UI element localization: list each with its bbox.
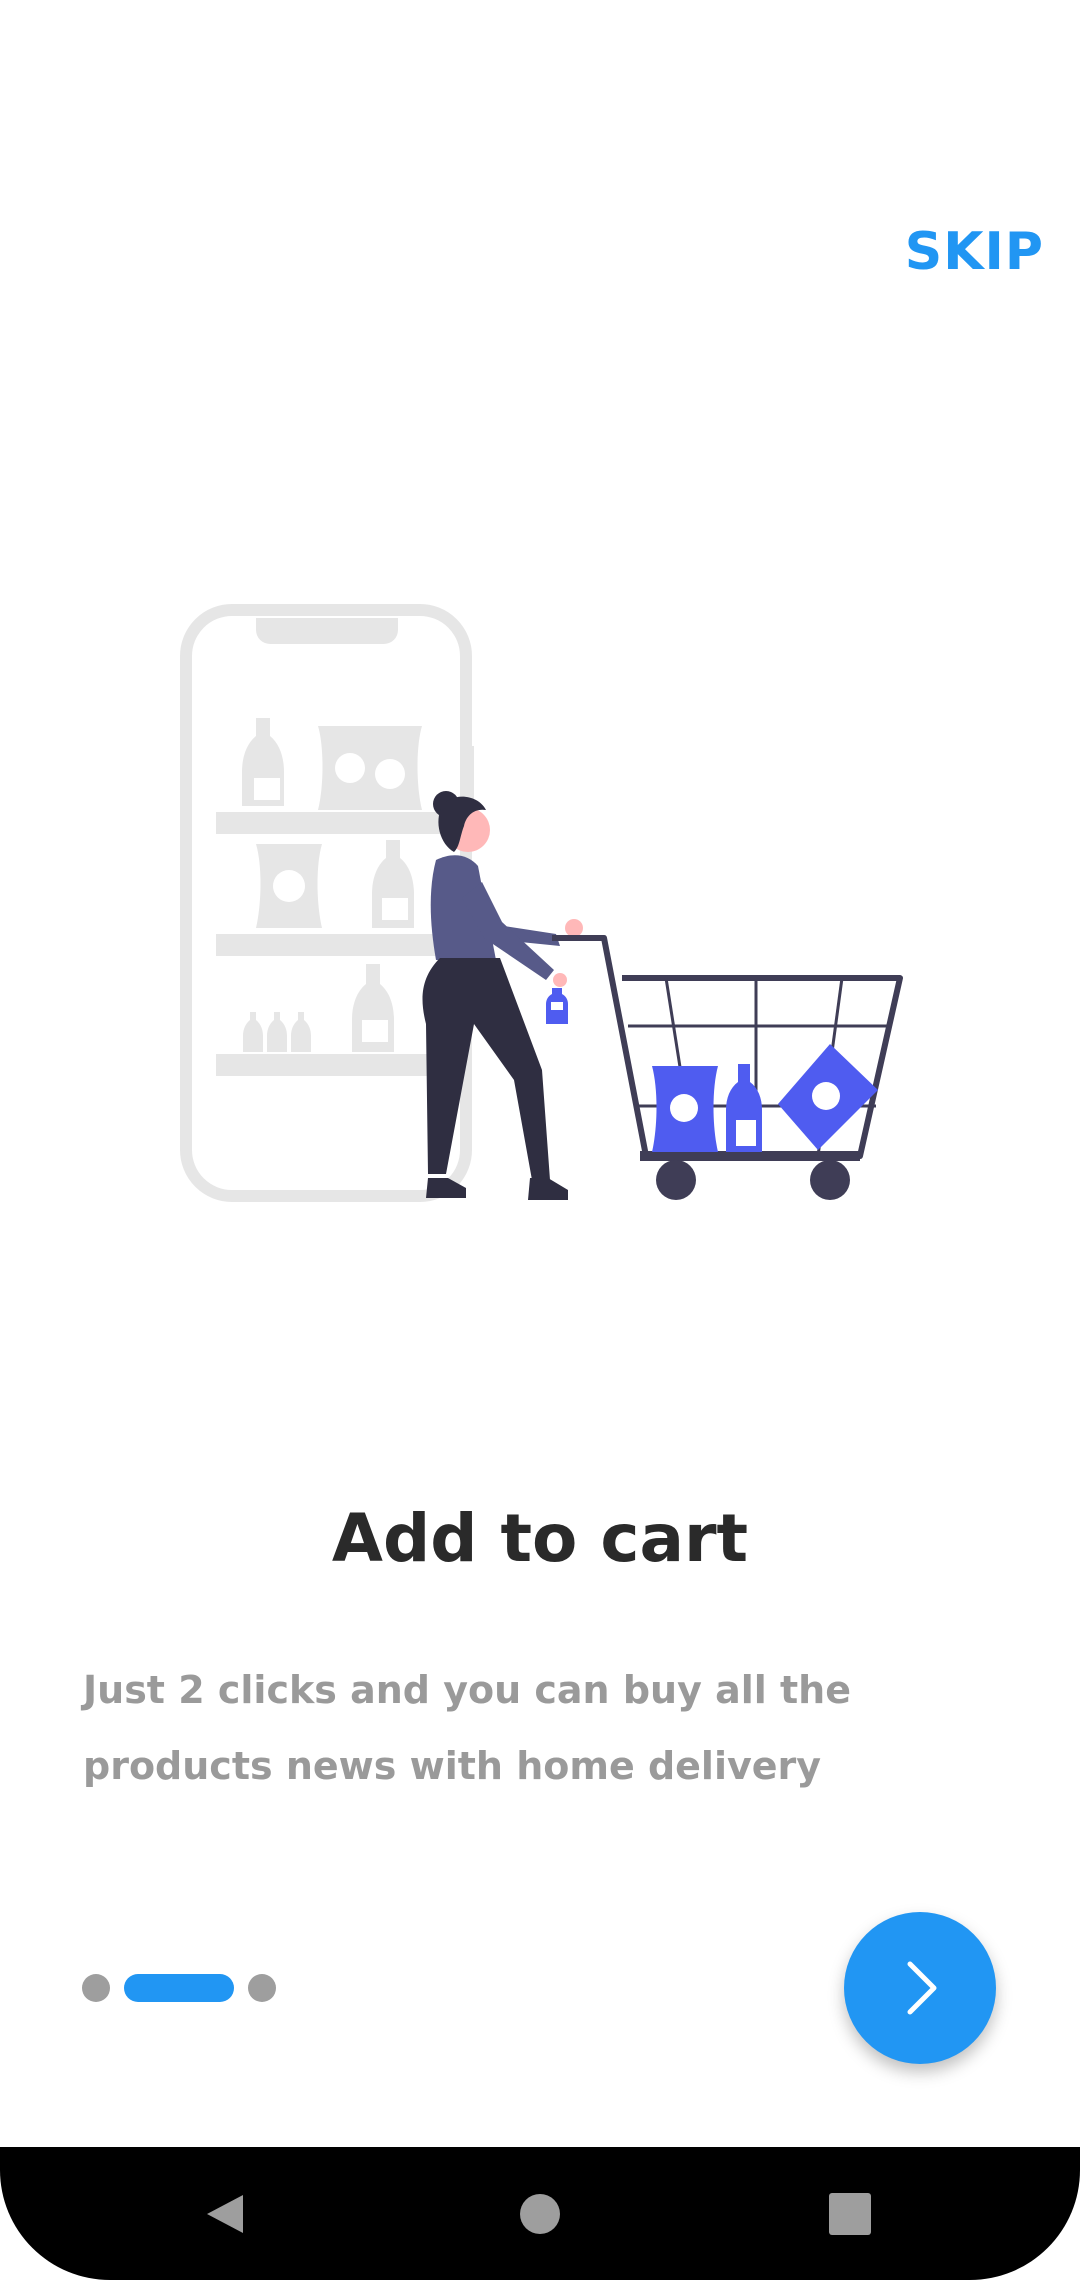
skip-button[interactable]: SKIP [897, 214, 1052, 290]
woman-figure-illustration [422, 791, 583, 1200]
page-indicator [82, 1974, 276, 2002]
woman-with-shopping-cart-illustration [180, 604, 903, 1202]
chevron-right-icon [907, 1961, 937, 2015]
nav-recents-button[interactable] [780, 2147, 920, 2280]
recents-square-icon [829, 2192, 871, 2235]
nav-home-button[interactable] [470, 2147, 610, 2280]
system-navigation-bar [0, 2147, 1080, 2280]
nav-back-button[interactable] [156, 2147, 296, 2280]
back-triangle-icon [207, 2194, 243, 2233]
home-circle-icon [520, 2193, 560, 2234]
onboarding-title: Add to cart [331, 1500, 749, 1577]
next-button[interactable] [844, 1912, 996, 2064]
page-dot-1 [82, 1974, 110, 2002]
onboarding-screen: SKIP Add to cart Just 2 clicks and you c… [0, 0, 1080, 2280]
page-dot-3 [248, 1974, 276, 2002]
shopping-cart-illustration [552, 935, 903, 1200]
page-dot-2-active [124, 1974, 234, 2002]
onboarding-description: Just 2 clicks and you can buy all the pr… [83, 1668, 851, 1788]
